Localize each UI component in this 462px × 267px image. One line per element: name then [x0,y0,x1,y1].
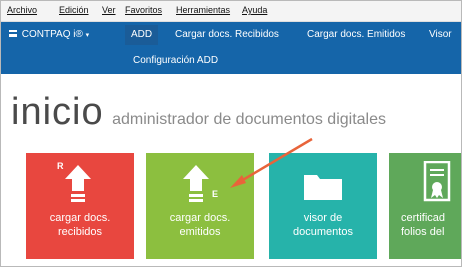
tile-label-line2: documentos [293,226,353,238]
tab-visor[interactable]: Visor [423,25,458,45]
tab-add[interactable]: ADD [125,25,159,45]
tile-certificados[interactable]: certificad folios del [389,153,461,259]
tile-cargar-recibidos[interactable]: R cargar docs. recibidos [26,153,134,259]
menu-archivo[interactable]: Archivo [7,5,37,15]
badge-e: E [212,189,219,199]
brand-menu[interactable]: CONTPAQ i® ▾ [9,29,89,40]
page-title-subtitle: administrador de documentos digitales [112,111,386,128]
app-navbar: CONTPAQ i® ▾ ADD Cargar docs. Recibidos … [1,22,461,74]
page-title: inicio administrador de documentos digit… [11,91,386,134]
menu-edicion[interactable]: Edición [59,5,89,15]
tile-label-line2: recibidos [57,226,103,238]
brand-label: CONTPAQ i® [21,29,83,40]
menu-herramientas[interactable]: Herramientas [176,5,230,15]
tab-cargar-recibidos[interactable]: Cargar docs. Recibidos [169,25,285,45]
caret-down-icon: ▾ [85,32,90,39]
page-title-main: inicio [11,91,104,133]
tile-label-line2: emitidos [179,226,221,238]
tab-configuracion-add[interactable]: Configuración ADD [133,55,218,66]
tile-label-line1: visor de [303,212,343,224]
menu-favoritos[interactable]: Favoritos [125,5,162,15]
tab-cargar-emitidos[interactable]: Cargar docs. Emitidos [301,25,411,45]
upload-received-icon [65,165,91,202]
tile-label-line1: cargar docs. [49,212,111,224]
badge-r: R [57,161,64,171]
tile-label-line1: cargar docs. [169,212,231,224]
menu-bar: Archivo Edición Ver Favoritos Herramient… [1,1,461,22]
certificate-icon [423,161,451,202]
app-window: Archivo Edición Ver Favoritos Herramient… [0,0,462,267]
annotation-arrow-icon [230,137,313,188]
tile-label-line2: folios del [401,226,445,238]
hamburger-icon [9,30,17,37]
menu-ayuda[interactable]: Ayuda [242,5,267,15]
tile-label-line1: certificad [401,212,446,224]
menu-ver[interactable]: Ver [102,5,116,15]
